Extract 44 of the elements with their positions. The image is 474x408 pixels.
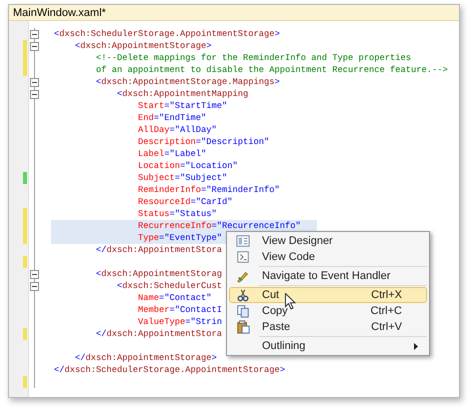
code-line: Name="Contact" <box>137 292 213 304</box>
code-line: <dxsch:AppointmentStorage.Mappings> <box>95 76 281 88</box>
menu-item[interactable]: Cut Ctrl+X <box>229 287 427 303</box>
menu-item[interactable]: Navigate to Event Handler <box>229 268 427 284</box>
code-line: </dxsch:SchedulerStorage.AppointmentStorage> <box>53 364 286 376</box>
code-line: Member="ContactI <box>137 304 224 316</box>
collapse-icon[interactable] <box>30 30 39 38</box>
menu-item[interactable]: Copy Ctrl+C <box>229 303 427 319</box>
collapse-icon[interactable] <box>30 78 39 86</box>
code-line: ValueType="Strin <box>137 316 224 328</box>
code-line: <dxsch:AppointmentStorage> <box>74 40 213 52</box>
code-line: ReminderInfo="ReminderInfo" <box>137 184 281 196</box>
copy-icon <box>236 304 250 318</box>
code-line: <!--Delete mappings for the ReminderInfo and Type properties <box>95 52 412 64</box>
designer-icon <box>236 234 250 248</box>
pencil-icon <box>236 269 250 283</box>
document-tab[interactable]: MainWindow.xaml* <box>13 6 106 20</box>
code-line: </dxsch:AppointmentStora <box>95 244 224 256</box>
code-line: </dxsch:AppointmentStora <box>95 328 224 340</box>
menu-item[interactable]: Outlining <box>229 338 427 354</box>
menu-item[interactable]: View Code <box>229 249 427 265</box>
code-file-icon <box>236 250 250 264</box>
code-line: Start="StartTime" <box>137 100 228 112</box>
collapse-icon[interactable] <box>30 90 39 98</box>
code-line: Location="Location" <box>137 160 239 172</box>
collapse-icon[interactable] <box>30 282 39 290</box>
code-line: of an appointment to disable the Appointment Recurrence feature.--> <box>95 64 449 76</box>
code-line: Subject="Subject" <box>137 172 228 184</box>
code-line: <dxsch:SchedulerStorage.AppointmentStorage> <box>53 28 281 40</box>
code-line: ResourceId="CarId" <box>137 196 234 208</box>
collapse-icon[interactable] <box>30 42 39 50</box>
code-line: Description="Description" <box>137 136 270 148</box>
code-line: </dxsch:AppointmentStorage> <box>74 352 218 364</box>
code-line: <dxsch:AppointmentStorag <box>95 268 224 280</box>
code-line: Label="Label" <box>137 148 208 160</box>
collapse-icon[interactable] <box>30 270 39 278</box>
code-line: <dxsch:AppointmentMapping <box>116 88 250 100</box>
menu-item[interactable]: Paste Ctrl+V <box>229 319 427 335</box>
clipboard-icon <box>236 320 250 334</box>
code-line: <dxsch:SchedulerCust <box>116 280 224 292</box>
code-line: AllDay="AllDay" <box>137 124 218 136</box>
scissors-icon <box>236 288 250 302</box>
code-line: End="EndTime" <box>137 112 208 124</box>
code-line: Status="Status" <box>137 208 218 220</box>
